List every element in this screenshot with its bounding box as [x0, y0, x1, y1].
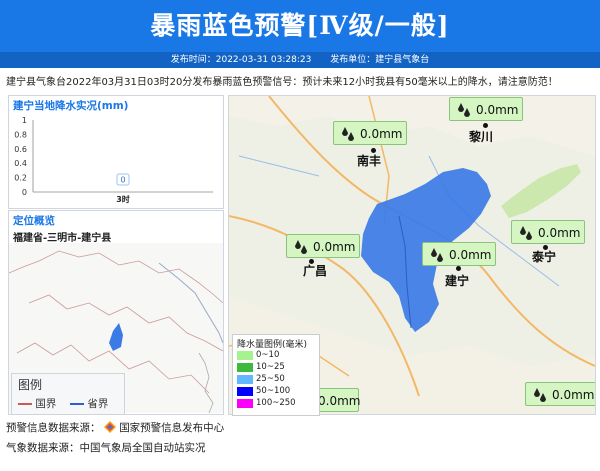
station-value: 0.0mm [552, 388, 595, 402]
legend-label: 10~25 [256, 362, 285, 372]
station-guangchang[interactable]: 0.0mm [286, 234, 361, 258]
legend-swatch [237, 351, 253, 360]
raindrop-icon [342, 127, 354, 141]
place-lichuan: 黎川 [469, 130, 494, 144]
data-label: 0 [120, 176, 125, 185]
legend-label: 0~10 [256, 350, 280, 360]
raindrop-icon [431, 248, 443, 262]
warning-notice: 建宁县气象台2022年03月31日03时20分发布暴雨蓝色预警信号：预计未来12… [6, 77, 558, 88]
raindrop-icon [458, 103, 470, 117]
station-value: 0.0mm [318, 394, 361, 408]
y-tick-label: 1 [22, 116, 27, 125]
publish-time: 发布时间：2022-03-31 03:28:23 [170, 55, 312, 65]
publisher: 发布单位：建宁县气象台 [330, 55, 430, 65]
location-panel: 定位概览 福建省-三明市-建宁县 图例 国界 省界 [8, 210, 224, 415]
header-banner: 暴雨蓝色预警[Ⅳ级/一般] [0, 0, 600, 52]
y-tick-label: 0.8 [14, 130, 27, 139]
warning-source-name[interactable]: 国家预警信息发布中心 [119, 422, 224, 434]
city-dot [456, 266, 461, 271]
raindrop-icon [534, 388, 546, 402]
raindrop-icon [520, 226, 532, 240]
place-guangchang: 广昌 [303, 264, 328, 278]
station-nanfeng[interactable]: 0.0mm [333, 121, 408, 145]
legend-swatch [237, 387, 253, 396]
y-tick-label: 0 [22, 188, 27, 197]
legend-national-border-label: 国界 [35, 398, 57, 410]
warning-source-label: 预警信息数据来源： [6, 422, 101, 434]
station-value: 0.0mm [449, 248, 492, 262]
location-path: 福建省-三明市-建宁县 [13, 233, 112, 244]
legend-swatch [237, 399, 253, 408]
place-nanfeng: 南丰 [357, 154, 382, 168]
legend-province-border: 省界 [70, 396, 108, 411]
y-tick-label: 0.4 [14, 159, 27, 168]
warning-title: 暴雨蓝色预警[Ⅳ级/一般] [150, 11, 450, 40]
y-tick-label: 0.6 [14, 145, 27, 154]
weather-source: 气象数据来源：中国气象局全国自动站实况 [6, 442, 206, 454]
raindrop-icon [295, 240, 307, 254]
station-value: 0.0mm [360, 127, 403, 141]
location-panel-title: 定位概览 [13, 215, 55, 227]
rainfall-chart: 0 0.2 0.4 0.6 0.8 1 0 3时 [14, 116, 213, 204]
x-tick-label: 3时 [116, 194, 130, 204]
legend-label: 50~100 [256, 386, 291, 396]
place-jianning: 建宁 [445, 274, 470, 288]
national-warning-logo-icon [103, 421, 116, 433]
station-jianning[interactable]: 0.0mm [422, 242, 497, 266]
overview-legend-title: 图例 [18, 378, 43, 392]
legend-province-border-label: 省界 [87, 398, 109, 410]
station-value: 0.0mm [538, 226, 581, 240]
place-taining: 泰宁 [532, 250, 557, 264]
legend-label: 100~250 [256, 398, 296, 408]
station-lichuan[interactable]: 0.0mm [449, 97, 524, 121]
legend-label: 25~50 [256, 374, 285, 384]
legend-national-border: 国界 [18, 396, 56, 411]
info-bar: 发布时间：2022-03-31 03:28:23 发布单位：建宁县气象台 [0, 52, 600, 68]
legend-swatch [237, 375, 253, 384]
rainfall-legend: 降水量图例(毫米) 0~10 10~25 25~50 50~100 100~25… [232, 334, 320, 416]
y-tick-label: 0.2 [14, 174, 27, 183]
rainfall-legend-title: 降水量图例(毫米) [237, 340, 308, 350]
rainfall-panel: 建宁当地降水实况(mm) 0 0.2 0.4 0.6 0.8 1 0 3时 [8, 95, 224, 209]
legend-swatch [237, 363, 253, 372]
station-taining[interactable]: 0.0mm [511, 220, 586, 244]
warning-source: 预警信息数据来源： 国家预警信息发布中心 [6, 420, 224, 435]
station-value: 0.0mm [313, 240, 356, 254]
station-value: 0.0mm [476, 103, 519, 117]
station-southeast[interactable]: 0.0mm [525, 382, 595, 406]
overview-legend: 图例 国界 省界 [11, 373, 125, 415]
